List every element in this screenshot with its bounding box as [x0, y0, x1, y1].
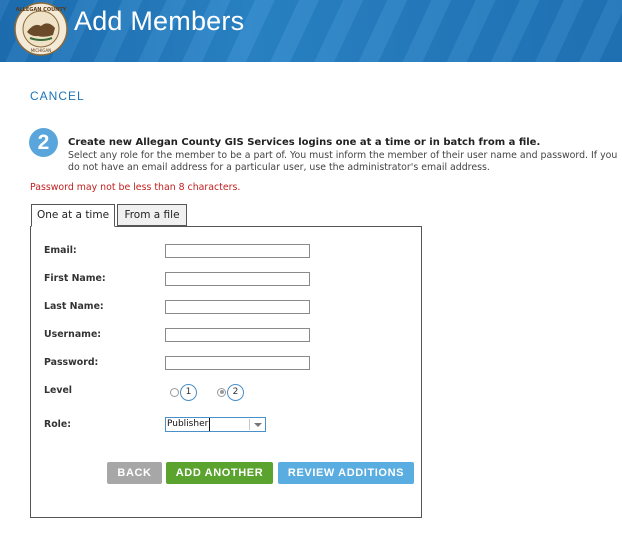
level-option-1[interactable]: 1: [170, 383, 197, 401]
level-label: Level: [44, 385, 73, 396]
review-additions-button[interactable]: REVIEW ADDITIONS: [278, 462, 414, 484]
last-name-label: Last Name:: [44, 301, 104, 312]
password-error-message: Password may not be less than 8 characte…: [30, 182, 241, 193]
cancel-link[interactable]: CANCEL: [30, 89, 85, 103]
select-divider: [249, 419, 250, 430]
username-label: Username:: [44, 329, 102, 340]
add-another-button[interactable]: ADD ANOTHER: [166, 462, 273, 484]
username-field[interactable]: [165, 328, 310, 342]
role-selected-value: Publisher: [167, 418, 211, 431]
tab-one-at-a-time[interactable]: One at a time: [31, 204, 115, 227]
first-name-label: First Name:: [44, 273, 106, 284]
last-name-field[interactable]: [165, 300, 310, 314]
level-1-radio[interactable]: [170, 387, 179, 397]
level-2-label[interactable]: 2: [227, 383, 244, 401]
back-button[interactable]: BACK: [107, 462, 162, 484]
first-name-field[interactable]: [165, 272, 310, 286]
tab-from-a-file[interactable]: From a file: [117, 204, 187, 226]
county-seal-logo: ALLEGAN COUNTY MICHIGAN: [14, 2, 68, 56]
step-number-badge: 2: [29, 128, 58, 157]
step-description: Select any role for the member to be a p…: [68, 150, 618, 173]
level-1-label[interactable]: 1: [180, 383, 197, 401]
svg-text:ALLEGAN COUNTY: ALLEGAN COUNTY: [16, 7, 67, 13]
email-field[interactable]: [165, 244, 310, 258]
role-label: Role:: [44, 419, 71, 430]
chevron-down-icon[interactable]: [254, 423, 262, 427]
level-option-2[interactable]: 2: [217, 383, 244, 401]
level-2-radio[interactable]: [217, 387, 226, 397]
page-title: Add Members: [74, 6, 245, 36]
svg-text:MICHIGAN: MICHIGAN: [31, 48, 51, 53]
step-heading: Create new Allegan County GIS Services l…: [68, 137, 541, 148]
password-label: Password:: [44, 357, 99, 368]
email-label: Email:: [44, 245, 77, 256]
page-header: ALLEGAN COUNTY MICHIGAN Add Members: [0, 0, 622, 62]
role-select[interactable]: Publisher: [165, 417, 266, 432]
password-field[interactable]: [165, 356, 310, 370]
